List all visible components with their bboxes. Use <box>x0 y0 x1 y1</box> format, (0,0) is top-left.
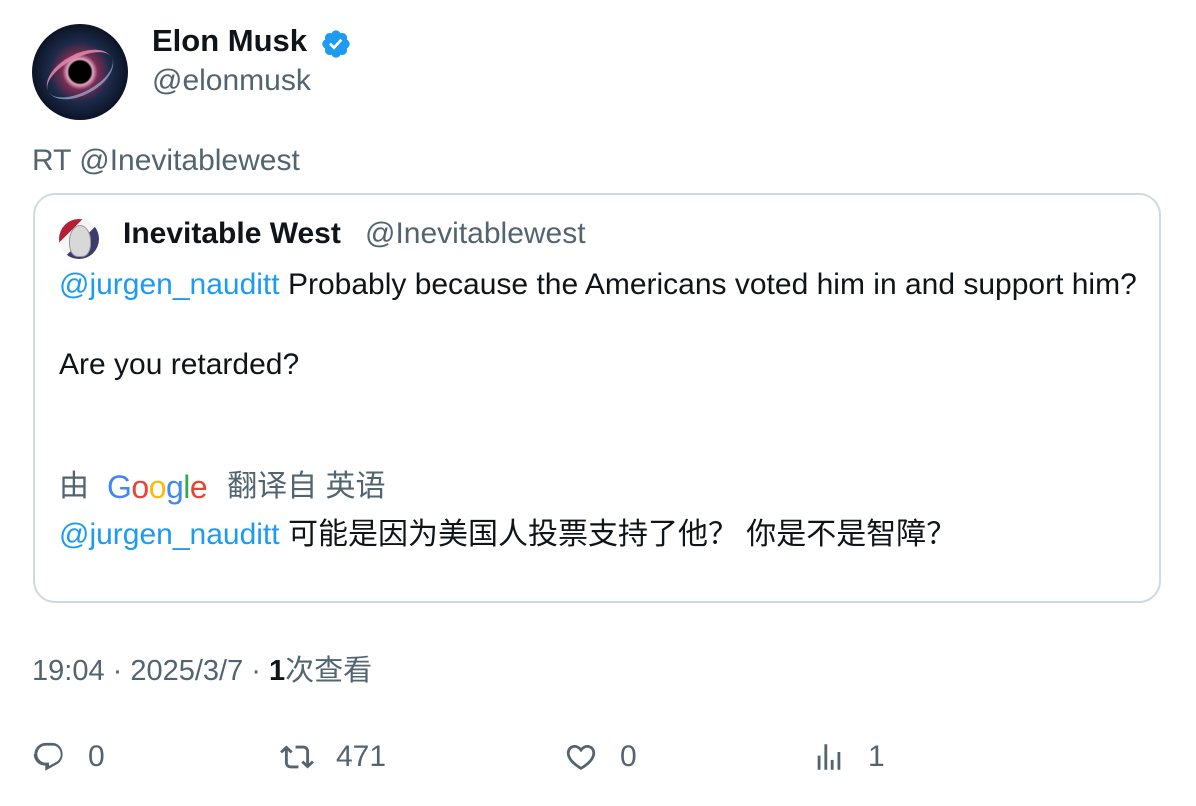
google-logo: Google <box>107 469 208 505</box>
translated-text: @jurgen_nauditt 可能是因为美国人投票支持了他？ 你是不是智障？ <box>59 515 956 555</box>
author-name[interactable]: Elon Musk <box>152 22 307 60</box>
quoted-tweet-text: @jurgen_nauditt Probably because the Ame… <box>59 265 1139 385</box>
translation-attribution: 由 Google 翻译自 英语 <box>59 467 386 507</box>
verified-badge-icon <box>322 30 350 58</box>
retweet-prefix: RT @Inevitablewest <box>32 144 300 177</box>
quoted-text-line1: Probably because the Americans voted him… <box>287 268 1137 301</box>
tweet-metadata: 19:04 · 2025/3/7 · 1次查看 <box>32 655 373 687</box>
tweet-time[interactable]: 19:04 <box>32 655 105 687</box>
reply-icon <box>33 742 63 771</box>
quoted-author-handle[interactable]: @Inevitablewest <box>365 215 586 253</box>
author-handle[interactable]: @elonmusk <box>152 62 311 100</box>
translated-mention-link[interactable]: @jurgen_nauditt <box>59 518 280 551</box>
quoted-text-paragraph-1: @jurgen_nauditt Probably because the Ame… <box>59 265 1139 305</box>
translate-by-label: 由 <box>59 470 89 503</box>
views-count-action: 1 <box>868 740 885 773</box>
quoted-author-avatar[interactable] <box>59 219 99 259</box>
quoted-tweet-card[interactable]: Inevitable West @Inevitablewest @jurgen_… <box>33 193 1161 603</box>
like-count: 0 <box>620 740 637 773</box>
avatar-bust <box>69 225 91 257</box>
views-chart-icon <box>817 744 841 770</box>
heart-icon <box>566 744 596 770</box>
quoted-author-name[interactable]: Inevitable West <box>123 215 341 253</box>
reply-count: 0 <box>88 740 105 773</box>
retweet-icon <box>280 745 314 769</box>
quoted-text-line2: Are you retarded? <box>59 348 300 381</box>
views-label: 次查看 <box>285 655 373 687</box>
translated-body: 可能是因为美国人投票支持了他？ 你是不是智障？ <box>287 518 957 551</box>
views-button[interactable]: 1 <box>812 740 885 774</box>
action-bar: 0 471 0 1 <box>0 740 1196 784</box>
retweet-count: 471 <box>336 740 387 773</box>
views-count: 1 <box>269 655 286 687</box>
avatar-swirl <box>38 39 122 110</box>
reply-button[interactable]: 0 <box>32 740 105 774</box>
mention-link[interactable]: @jurgen_nauditt <box>59 268 280 301</box>
tweet-date[interactable]: 2025/3/7 <box>130 655 243 687</box>
author-avatar[interactable] <box>32 24 128 120</box>
retweet-button[interactable]: 471 <box>280 740 386 774</box>
like-button[interactable]: 0 <box>564 740 637 774</box>
translated-from-label: 翻译自 英语 <box>227 470 386 503</box>
